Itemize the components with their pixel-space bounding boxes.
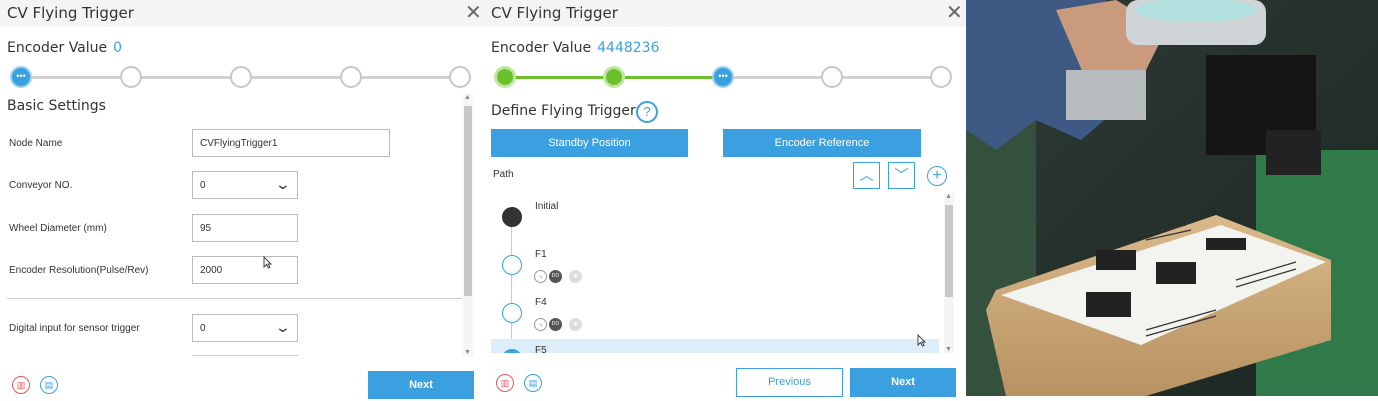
encoder-resolution-label: Encoder Resolution(Pulse/Rev)	[9, 265, 149, 276]
encoder-value: 0	[113, 40, 123, 56]
encoder-value-label: Encoder Value 0	[7, 40, 122, 56]
scroll-up-icon[interactable]: ▲	[464, 94, 471, 101]
step-connector	[361, 76, 451, 79]
path-list: Initial F1 ↘ DO ◉ F4 ↘ DO ◉ F5	[491, 193, 939, 353]
do-badge: DO	[549, 318, 562, 331]
scroll-down-icon[interactable]: ▼	[945, 346, 952, 353]
step-connector-done	[624, 76, 714, 79]
scroll-up-icon[interactable]: ▲	[945, 193, 952, 200]
eye-icon: ◉	[569, 270, 582, 283]
path-line	[511, 207, 512, 353]
path-item-label: F5	[535, 345, 547, 353]
dialog-title: CV Flying Trigger	[491, 4, 618, 22]
conveyor-select[interactable]: 0 ⌄	[192, 171, 298, 199]
conveyor-value: 0	[200, 180, 206, 191]
encoder-label-text: Encoder Value	[7, 40, 108, 56]
mouse-cursor-icon	[263, 256, 272, 269]
step-connector	[733, 76, 823, 79]
step-5[interactable]	[449, 66, 471, 88]
next-button[interactable]: Next	[368, 371, 474, 399]
encoder-value-label: Encoder Value 4448236	[491, 40, 660, 56]
scroll-thumb[interactable]	[945, 205, 953, 297]
save-icon[interactable]: ▤	[524, 374, 542, 392]
step-4[interactable]	[821, 66, 843, 88]
title-bar: CV Flying Trigger ✕	[484, 0, 966, 27]
step-connector	[842, 76, 932, 79]
digital-input-select[interactable]: 0 ⌄	[192, 314, 298, 342]
add-icon[interactable]: +	[927, 166, 947, 186]
divider	[7, 298, 462, 299]
encoder-resolution-input[interactable]: 2000	[192, 256, 298, 284]
digital-input-value: 0	[200, 323, 206, 334]
path-item-label: F1	[535, 249, 547, 260]
previous-button[interactable]: Previous	[736, 368, 843, 397]
chevron-down-icon: ⌄	[274, 319, 292, 335]
step-2-done[interactable]	[603, 66, 625, 88]
section-title: Basic Settings	[7, 98, 106, 114]
path-item-label: F4	[535, 297, 547, 308]
field-edge	[192, 355, 298, 356]
standby-position-button[interactable]: Standby Position	[491, 129, 688, 157]
question-icon[interactable]: ?	[636, 101, 658, 123]
left-dialog: CV Flying Trigger ✕ Encoder Value 0 ••• B…	[0, 0, 484, 401]
dialog-title: CV Flying Trigger	[7, 4, 134, 22]
section-title: Define Flying Trigger	[491, 103, 636, 119]
step-connector	[31, 76, 121, 79]
scroll-down-icon[interactable]: ▼	[464, 349, 471, 356]
scanner-and-package-image	[966, 0, 1378, 396]
path-node-initial[interactable]	[502, 207, 522, 227]
chevron-down-icon: ⌄	[274, 176, 292, 192]
next-button[interactable]: Next	[850, 368, 956, 397]
step-connector	[251, 76, 341, 79]
speed-icon: ↘	[534, 318, 547, 331]
path-node[interactable]	[502, 303, 522, 323]
speed-icon: ↘	[534, 270, 547, 283]
camera-photo	[966, 0, 1378, 396]
close-icon[interactable]: ✕	[946, 3, 963, 23]
selected-row[interactable]	[491, 339, 939, 353]
title-bar: CV Flying Trigger ✕	[0, 0, 484, 27]
eye-icon: ◉	[569, 318, 582, 331]
node-name-input[interactable]: CVFlyingTrigger1	[192, 129, 390, 157]
step-connector-done	[515, 76, 605, 79]
move-up-button[interactable]: ︿	[853, 162, 880, 189]
step-3[interactable]	[230, 66, 252, 88]
node-name-label: Node Name	[9, 138, 63, 149]
scrollbar[interactable]: ▲ ▼	[944, 193, 954, 353]
digital-input-label: Digital input for sensor trigger	[9, 323, 140, 334]
step-3-active[interactable]: •••	[712, 66, 734, 88]
step-2[interactable]	[120, 66, 142, 88]
trash-icon[interactable]: ▥	[12, 376, 30, 394]
move-down-button[interactable]: ﹀	[888, 162, 915, 189]
mouse-cursor-icon	[917, 334, 926, 347]
step-connector	[141, 76, 231, 79]
path-label: Path	[493, 169, 514, 180]
path-node[interactable]	[502, 255, 522, 275]
path-item-label: Initial	[535, 201, 559, 212]
save-icon[interactable]: ▤	[40, 376, 58, 394]
right-dialog: CV Flying Trigger ✕ Encoder Value 4448236…	[484, 0, 966, 401]
encoder-label-text: Encoder Value	[491, 40, 592, 56]
trash-icon[interactable]: ▥	[496, 374, 514, 392]
close-icon[interactable]: ✕	[465, 3, 482, 23]
step-1-done[interactable]	[494, 66, 516, 88]
encoder-value: 4448236	[597, 40, 660, 56]
scroll-thumb[interactable]	[464, 106, 472, 296]
scrollbar[interactable]: ▲ ▼	[463, 94, 473, 356]
encoder-reference-button[interactable]: Encoder Reference	[723, 129, 921, 157]
wheel-diameter-label: Wheel Diameter (mm)	[9, 223, 107, 234]
conveyor-label: Conveyor NO.	[9, 180, 73, 191]
step-4[interactable]	[340, 66, 362, 88]
do-badge: DO	[549, 270, 562, 283]
step-5[interactable]	[930, 66, 952, 88]
wheel-diameter-input[interactable]: 95	[192, 214, 298, 242]
step-1-active[interactable]: •••	[10, 66, 32, 88]
